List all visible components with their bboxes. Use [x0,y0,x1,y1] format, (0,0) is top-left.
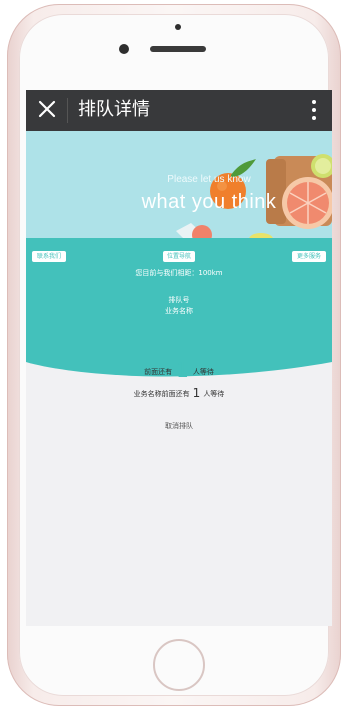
cancel-queue-button[interactable]: 取消排队 [26,421,332,431]
earpiece-speaker [150,46,206,52]
more-services-button[interactable]: 更多服务 [292,251,326,262]
navbar-divider [67,98,68,123]
people-ahead-suffix: 人等待 [192,368,214,376]
navbar: 排队详情 [26,90,332,131]
front-camera [119,44,129,54]
fruit-illustration [176,154,332,241]
banner-subtitle: Please let us know [167,174,251,185]
contact-us-button[interactable]: 联系我们 [32,251,66,262]
business-name-label: 业务名称 [165,307,193,315]
business-ahead-prefix: 业务名称前面还有 [133,390,190,398]
business-ahead-suffix: 人等待 [203,390,225,398]
distance-text: 您目前与我们相距：100km [135,269,223,277]
promo-banner: Please let us know what you think [26,131,332,241]
close-icon[interactable] [36,98,58,120]
navigation-button[interactable]: 位置导航 [163,251,195,262]
more-menu-icon[interactable] [312,100,316,120]
page-title: 排队详情 [78,99,150,120]
business-ahead-count: 1 [192,386,201,400]
business-ahead-line: 业务名称前面还有 1 人等待 [26,386,332,400]
home-button[interactable] [153,639,205,691]
app-screen: 排队详情 Please let us know what you think 联… [26,90,332,626]
queue-number-label: 排队号 [168,296,190,304]
proximity-sensor [175,24,181,30]
people-ahead-count: 1 [176,358,189,382]
people-ahead-prefix: 前面还有 [144,368,173,376]
people-ahead-line: 前面还有 1 人等待 [26,358,332,382]
banner-headline: what you think [141,191,277,213]
